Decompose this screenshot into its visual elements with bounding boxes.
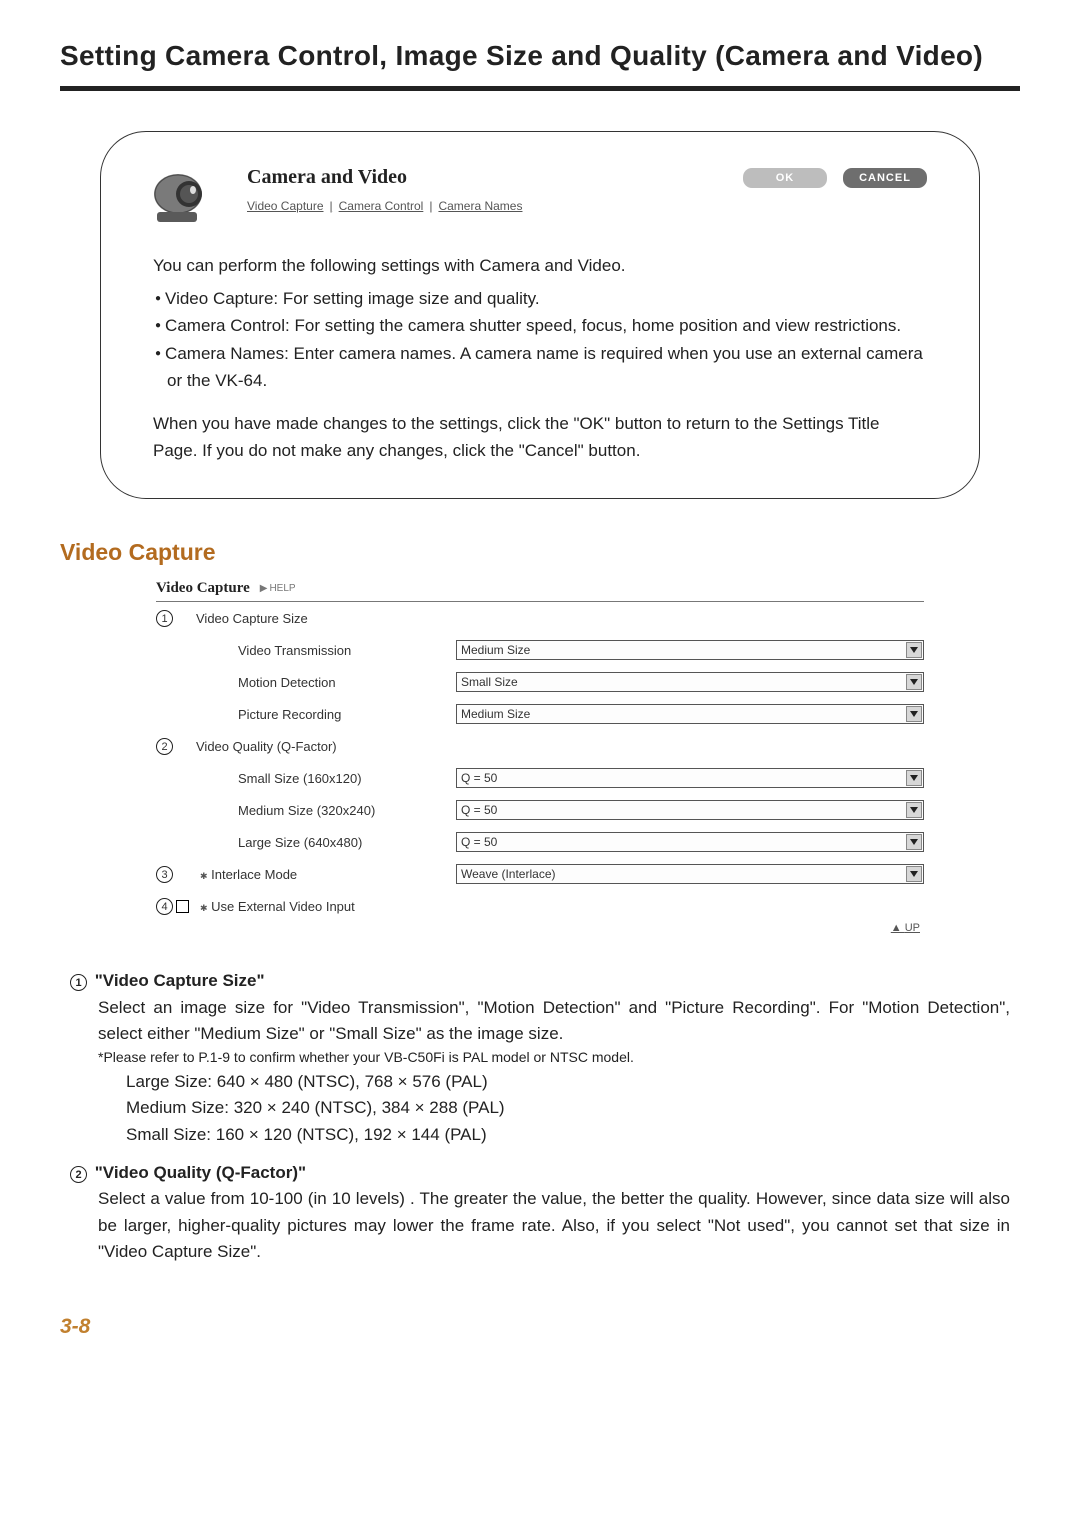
select-motion-detection[interactable]: Small Size [456, 672, 924, 692]
bullet-video-capture: Video Capture: For setting image size an… [167, 285, 927, 312]
desc-marker-1: 1 [70, 974, 87, 991]
link-video-capture[interactable]: Video Capture [247, 199, 324, 213]
select-video-transmission[interactable]: Medium Size [456, 640, 924, 660]
group-external-video-input: ✱ Use External Video Input [196, 899, 456, 914]
select-q-small[interactable]: Q = 50 [456, 768, 924, 788]
marker-3: 3 [156, 866, 176, 883]
desc-title-2: "Video Quality (Q-Factor)" [95, 1163, 306, 1182]
footnote-star-icon: ✱ [200, 871, 208, 881]
row-small-size: Small Size (160x120) [196, 771, 456, 786]
intro-card: Camera and Video Video Capture | Camera … [100, 131, 980, 499]
camera-icon [153, 166, 223, 226]
desc2-paragraph: Select a value from 10-100 (in 10 levels… [98, 1186, 1010, 1265]
desc-marker-2: 2 [70, 1166, 87, 1183]
group-interlace-mode: ✱ Interlace Mode [196, 867, 456, 882]
select-picture-recording[interactable]: Medium Size [456, 704, 924, 724]
footnote-star-icon: ✱ [200, 903, 208, 913]
card-intro-text: You can perform the following settings w… [153, 252, 927, 279]
marker-1: 1 [156, 610, 176, 627]
desc-block-2: 2 "Video Quality (Q-Factor)" Select a va… [70, 1160, 1010, 1265]
panel-title: Video Capture [156, 580, 250, 597]
select-interlace-mode[interactable]: Weave (Interlace) [456, 864, 924, 884]
row-medium-size: Medium Size (320x240) [196, 803, 456, 818]
row-video-transmission: Video Transmission [196, 643, 456, 658]
chevron-down-icon [906, 642, 922, 658]
desc1-size-small: Small Size: 160 × 120 (NTSC), 192 × 144 … [126, 1122, 1010, 1148]
checkbox-external-video[interactable] [176, 900, 189, 913]
link-separator: | [330, 199, 333, 213]
desc1-size-medium: Medium Size: 320 × 240 (NTSC), 384 × 288… [126, 1095, 1010, 1121]
row-picture-recording: Picture Recording [196, 707, 456, 722]
card-nav-links: Video Capture | Camera Control | Camera … [247, 199, 719, 213]
chevron-down-icon [906, 770, 922, 786]
video-capture-panel: Video Capture ▶HELP 1 Video Capture Size… [156, 580, 924, 934]
bullet-camera-names: Camera Names: Enter camera names. A came… [167, 340, 927, 394]
chevron-down-icon [906, 866, 922, 882]
chevron-down-icon [906, 674, 922, 690]
chevron-down-icon [906, 834, 922, 850]
group-video-capture-size: Video Capture Size [196, 611, 456, 626]
link-camera-names[interactable]: Camera Names [438, 199, 522, 213]
card-outro-text: When you have made changes to the settin… [153, 410, 927, 464]
marker-2: 2 [156, 738, 176, 755]
help-link[interactable]: ▶HELP [260, 583, 296, 594]
row-large-size: Large Size (640x480) [196, 835, 456, 850]
desc-block-1: 1 "Video Capture Size" Select an image s… [70, 968, 1010, 1148]
marker-4: 4 [156, 898, 195, 915]
desc1-footnote: *Please refer to P.1-9 to confirm whethe… [98, 1047, 1010, 1069]
cancel-button[interactable]: CANCEL [843, 168, 927, 188]
heading-rule [60, 86, 1020, 91]
link-camera-control[interactable]: Camera Control [339, 199, 424, 213]
select-q-large[interactable]: Q = 50 [456, 832, 924, 852]
section-title: Video Capture [60, 539, 1020, 566]
page-title: Setting Camera Control, Image Size and Q… [60, 40, 1020, 72]
select-q-medium[interactable]: Q = 50 [456, 800, 924, 820]
chevron-down-icon [906, 706, 922, 722]
link-separator: | [429, 199, 432, 213]
row-motion-detection: Motion Detection [196, 675, 456, 690]
up-link[interactable]: ▲ UP [156, 922, 924, 934]
chevron-down-icon [906, 802, 922, 818]
desc1-size-large: Large Size: 640 × 480 (NTSC), 768 × 576 … [126, 1069, 1010, 1095]
page-number: 3-8 [60, 1315, 1020, 1339]
desc-title-1: "Video Capture Size" [95, 971, 265, 990]
group-video-quality: Video Quality (Q-Factor) [196, 739, 456, 754]
ok-button[interactable]: OK [743, 168, 827, 188]
bullet-camera-control: Camera Control: For setting the camera s… [167, 312, 927, 339]
card-title: Camera and Video [247, 166, 719, 189]
desc1-paragraph: Select an image size for "Video Transmis… [98, 995, 1010, 1048]
